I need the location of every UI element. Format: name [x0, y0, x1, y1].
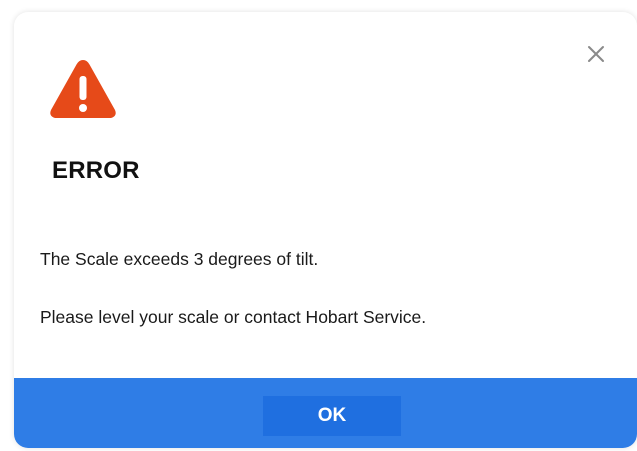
ok-button[interactable]: OK: [263, 396, 401, 436]
dialog-footer: OK: [14, 378, 637, 448]
close-button[interactable]: [584, 42, 608, 66]
warning-triangle-icon: [50, 60, 116, 118]
dialog-title: ERROR: [52, 157, 140, 184]
instruction-message: Please level your scale or contact Hobar…: [40, 307, 427, 327]
close-icon: [588, 46, 604, 62]
error-message: The Scale exceeds 3 degrees of tilt.: [40, 249, 319, 269]
error-dialog: ERROR The Scale exceeds 3 degrees of til…: [14, 12, 637, 448]
